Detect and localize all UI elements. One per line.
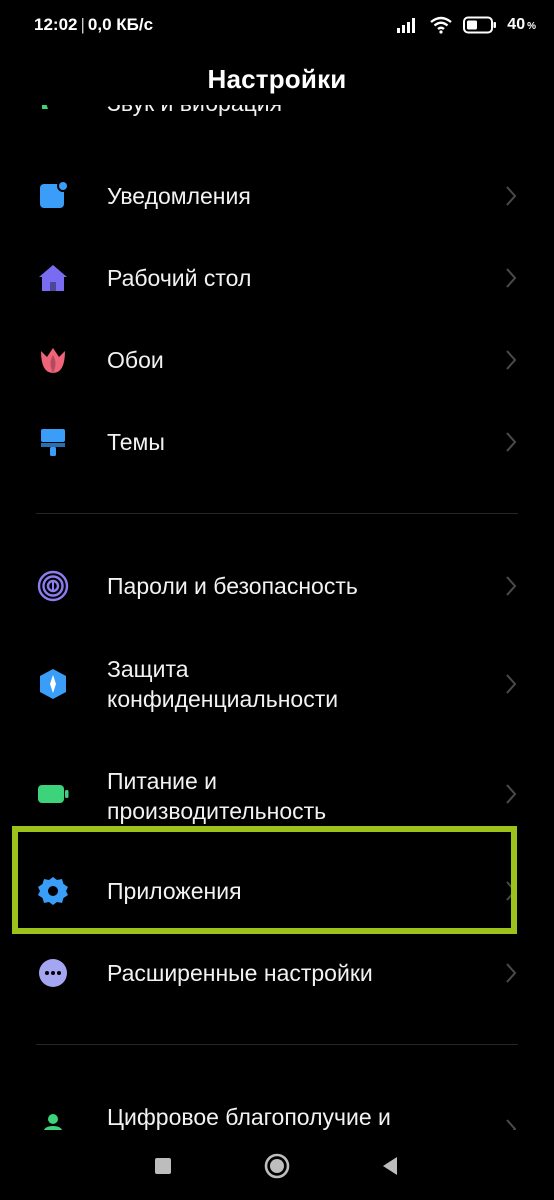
settings-item-label-line2: производительность bbox=[107, 798, 327, 824]
settings-item-privacy[interactable]: Защита конфиденциальности bbox=[0, 654, 554, 714]
chevron-right-icon bbox=[506, 674, 517, 694]
settings-item-label-line1: Питание и bbox=[107, 768, 218, 794]
settings-item-label: Приложения bbox=[107, 878, 242, 904]
signal-icon bbox=[397, 17, 419, 33]
fingerprint-icon bbox=[36, 569, 70, 603]
battery-icon bbox=[36, 777, 70, 811]
sound-icon bbox=[36, 105, 70, 121]
notification-icon bbox=[36, 179, 70, 213]
brush-icon bbox=[36, 425, 70, 459]
section-divider bbox=[36, 513, 518, 514]
status-right: 40% bbox=[397, 12, 536, 38]
chevron-right-icon bbox=[506, 576, 517, 596]
settings-item-label: Рабочий стол bbox=[107, 265, 252, 291]
network-speed: 0,0 КБ/с bbox=[87, 15, 154, 34]
clock: 12:02 bbox=[34, 15, 78, 34]
battery-unit: % bbox=[527, 21, 536, 32]
settings-item-apps[interactable]: Приложения bbox=[0, 871, 554, 911]
status-separator: | bbox=[80, 15, 85, 34]
settings-item-label-line2: конфиденциальности bbox=[107, 686, 339, 712]
chevron-right-icon bbox=[506, 784, 517, 804]
settings-item-advanced[interactable]: Расширенные настройки bbox=[0, 953, 554, 993]
status-left: 12:02 | 0,0 КБ/с bbox=[34, 15, 153, 35]
chevron-right-icon bbox=[506, 881, 517, 901]
chevron-right-icon bbox=[506, 186, 517, 206]
settings-item-notifications[interactable]: Уведомления bbox=[0, 176, 554, 216]
status-bar: 12:02 | 0,0 КБ/с 40 % bbox=[0, 0, 554, 50]
recents-button[interactable] bbox=[149, 1152, 177, 1180]
settings-item-label: Цифровое благополучие и bbox=[107, 1104, 391, 1130]
back-button[interactable] bbox=[377, 1152, 405, 1180]
page-title: Настройки bbox=[207, 64, 347, 94]
chevron-right-icon bbox=[506, 963, 517, 983]
settings-item-label: Пароли и безопасность bbox=[107, 573, 358, 599]
gear-icon bbox=[36, 874, 70, 908]
settings-item-passwords-security[interactable]: Пароли и безопасность bbox=[0, 566, 554, 606]
settings-item-label: Звук и вибрация bbox=[107, 105, 282, 118]
battery-percent: 40% bbox=[507, 16, 536, 34]
settings-item-label: Обои bbox=[107, 347, 164, 373]
settings-item-label-line1: Защита bbox=[107, 656, 189, 682]
battery-value: 40 bbox=[507, 16, 526, 33]
privacy-shield-icon bbox=[36, 667, 70, 701]
chevron-right-icon bbox=[506, 350, 517, 370]
home-button[interactable] bbox=[263, 1152, 291, 1180]
wifi-icon bbox=[429, 16, 453, 34]
battery-status-icon bbox=[463, 16, 497, 34]
settings-item-sound[interactable]: Звук и вибрация bbox=[0, 105, 554, 130]
settings-item-label: Темы bbox=[107, 429, 165, 455]
more-icon bbox=[36, 956, 70, 990]
settings-item-label: Расширенные настройки bbox=[107, 960, 373, 986]
settings-item-battery-performance[interactable]: Питание и производительность bbox=[0, 766, 554, 826]
settings-item-wallpaper[interactable]: Обои bbox=[0, 340, 554, 380]
settings-item-label: Уведомления bbox=[107, 183, 251, 209]
chevron-right-icon bbox=[506, 268, 517, 288]
navigation-bar bbox=[0, 1130, 554, 1200]
tulip-icon bbox=[36, 343, 70, 377]
home-icon bbox=[36, 261, 70, 295]
settings-screen: 12:02 | 0,0 КБ/с 40 % Настройки Уведомле… bbox=[0, 0, 554, 1200]
section-divider bbox=[36, 1044, 518, 1045]
settings-item-themes[interactable]: Темы bbox=[0, 422, 554, 462]
settings-item-home-screen[interactable]: Рабочий стол bbox=[0, 258, 554, 298]
chevron-right-icon bbox=[506, 432, 517, 452]
